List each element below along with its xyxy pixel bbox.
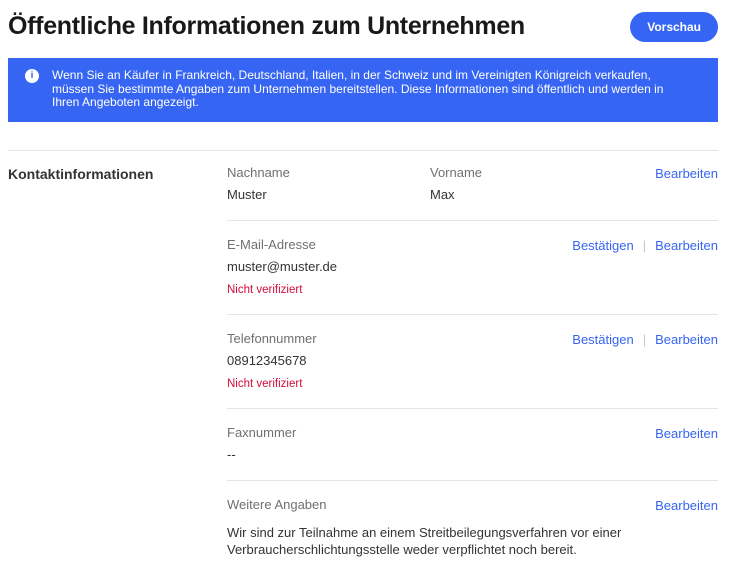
edit-phone-link[interactable]: Bearbeiten <box>655 332 718 347</box>
name-fields: Nachname Muster Vorname Max <box>227 165 655 202</box>
page-title: Öffentliche Informationen zum Unternehme… <box>8 12 525 41</box>
confirm-email-link[interactable]: Bestätigen <box>572 238 633 253</box>
lastname-field: Nachname Muster <box>227 165 430 202</box>
lastname-value: Muster <box>227 187 430 202</box>
email-actions: Bestätigen | Bearbeiten <box>572 237 718 253</box>
lastname-label: Nachname <box>227 165 430 180</box>
info-icon: i <box>25 69 39 83</box>
additional-info-label: Weitere Angaben <box>227 497 647 512</box>
firstname-label: Vorname <box>430 165 482 180</box>
name-row: Nachname Muster Vorname Max Bearbeiten <box>227 165 718 221</box>
fax-value: -- <box>227 447 296 462</box>
phone-label: Telefonnummer <box>227 331 317 346</box>
phone-row: Telefonnummer 08912345678 Nicht verifizi… <box>227 315 718 409</box>
page-header: Öffentliche Informationen zum Unternehme… <box>8 0 718 44</box>
action-separator: | <box>643 332 646 347</box>
additional-info-row: Weitere Angaben Wir sind zur Teilnahme a… <box>227 481 718 576</box>
additional-info-actions: Bearbeiten <box>655 497 718 513</box>
phone-actions: Bestätigen | Bearbeiten <box>572 331 718 347</box>
preview-button[interactable]: Vorschau <box>630 12 718 42</box>
fax-actions: Bearbeiten <box>655 425 718 441</box>
edit-additional-info-link[interactable]: Bearbeiten <box>655 498 718 513</box>
email-value: muster@muster.de <box>227 259 337 274</box>
info-banner-text: Wenn Sie an Käufer in Frankreich, Deutsc… <box>52 68 663 109</box>
fax-label: Faxnummer <box>227 425 296 440</box>
edit-fax-link[interactable]: Bearbeiten <box>655 426 718 441</box>
additional-info-field: Weitere Angaben Wir sind zur Teilnahme a… <box>227 497 647 558</box>
confirm-phone-link[interactable]: Bestätigen <box>572 332 633 347</box>
email-row: E-Mail-Adresse muster@muster.de Nicht ve… <box>227 221 718 315</box>
additional-info-value: Wir sind zur Teilnahme an einem Streitbe… <box>227 525 647 558</box>
fax-field: Faxnummer -- <box>227 425 296 462</box>
phone-value: 08912345678 <box>227 353 317 368</box>
section-label-column: Kontaktinformationen <box>8 165 227 576</box>
page-container: Öffentliche Informationen zum Unternehme… <box>8 0 718 576</box>
info-banner: i Wenn Sie an Käufer in Frankreich, Deut… <box>8 58 718 122</box>
name-actions: Bearbeiten <box>655 165 718 181</box>
edit-email-link[interactable]: Bearbeiten <box>655 238 718 253</box>
section-heading: Kontaktinformationen <box>8 165 227 182</box>
fax-row: Faxnummer -- Bearbeiten <box>227 409 718 481</box>
email-label: E-Mail-Adresse <box>227 237 337 252</box>
action-separator: | <box>643 238 646 253</box>
phone-field: Telefonnummer 08912345678 Nicht verifizi… <box>227 331 317 390</box>
phone-status-badge: Nicht verifiziert <box>227 378 317 390</box>
email-field: E-Mail-Adresse muster@muster.de Nicht ve… <box>227 237 337 296</box>
edit-name-link[interactable]: Bearbeiten <box>655 166 718 181</box>
main-content: Kontaktinformationen Nachname Muster Vor… <box>8 151 718 576</box>
firstname-field: Vorname Max <box>430 165 482 202</box>
email-status-badge: Nicht verifiziert <box>227 284 337 296</box>
firstname-value: Max <box>430 187 482 202</box>
contact-info-panel: Nachname Muster Vorname Max Bearbeiten E… <box>227 165 718 576</box>
